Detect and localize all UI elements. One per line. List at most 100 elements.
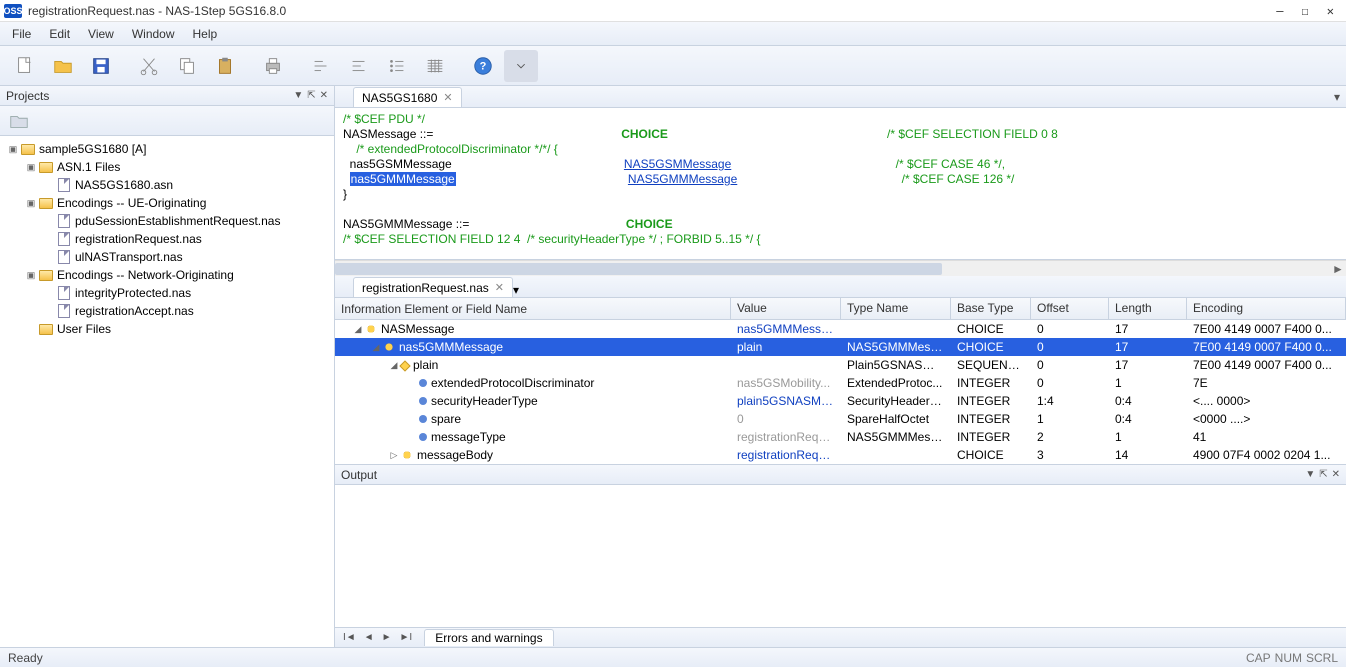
grid-row[interactable]: extendedProtocolDiscriminator nas5GSMobil…	[335, 374, 1346, 392]
tree-item[interactable]: ▣ASN.1 Files	[2, 158, 332, 176]
row-offset: 3	[1031, 448, 1109, 462]
nav-prev-icon[interactable]: ◄	[362, 632, 376, 643]
cut-button[interactable]	[132, 50, 166, 82]
tree-item[interactable]: registrationRequest.nas	[2, 230, 332, 248]
nav-next-icon[interactable]: ►	[380, 632, 394, 643]
projects-pin-icon[interactable]: ⇱	[307, 90, 315, 101]
editor-hscrollbar[interactable]: ◄ ►	[335, 260, 1346, 276]
code-editor[interactable]: /* $CEF PDU */ NASMessage ::= CHOICE /* …	[335, 108, 1346, 260]
col-encoding[interactable]: Encoding	[1187, 298, 1346, 319]
app-logo: OSS	[4, 4, 22, 18]
format-2-button[interactable]	[342, 50, 376, 82]
save-button[interactable]	[84, 50, 118, 82]
tree-item[interactable]: pduSessionEstablishmentRequest.nas	[2, 212, 332, 230]
output-close-icon[interactable]: ✕	[1332, 469, 1340, 480]
projects-dropdown-icon[interactable]: ▼	[293, 90, 303, 101]
grid-row[interactable]: ◢NASMessagenas5GMMMessa...CHOICE0177E00 …	[335, 320, 1346, 338]
close-button[interactable]: ✕	[1327, 4, 1334, 18]
row-twisty-icon[interactable]: ◢	[369, 342, 383, 353]
tree-twisty-icon[interactable]: ▣	[6, 144, 20, 155]
grid-row[interactable]: securityHeaderTypeplain5GSNASMe...Securi…	[335, 392, 1346, 410]
format-1-button[interactable]	[304, 50, 338, 82]
row-value: nas5GMMMessa...	[731, 322, 841, 336]
col-offset[interactable]: Offset	[1031, 298, 1109, 319]
menu-view[interactable]: View	[88, 27, 114, 41]
row-encoding: 7E00 4149 0007 F400 0...	[1187, 358, 1346, 372]
tree-twisty-icon[interactable]: ▣	[24, 270, 38, 281]
format-3-button[interactable]	[380, 50, 414, 82]
row-type: NAS5GMMMess...	[841, 340, 951, 354]
nav-first-icon[interactable]: I◄	[341, 632, 358, 643]
output-pin-icon[interactable]: ⇱	[1319, 469, 1327, 480]
projects-close-icon[interactable]: ✕	[320, 90, 328, 101]
row-offset: 0	[1031, 358, 1109, 372]
tree-item[interactable]: ▣sample5GS1680 [A]	[2, 140, 332, 158]
col-name[interactable]: Information Element or Field Name	[335, 298, 731, 319]
editor-tab-close-icon[interactable]: ✕	[443, 91, 452, 104]
scroll-thumb[interactable]	[335, 263, 942, 275]
grid-row[interactable]: ◢plainPlain5GSNASMe...SEQUENCE0177E00 41…	[335, 356, 1346, 374]
output-tab[interactable]: Errors and warnings	[424, 629, 553, 646]
tree-twisty-icon[interactable]: ▣	[24, 198, 38, 209]
grid-tab-close-icon[interactable]: ✕	[495, 281, 504, 294]
open-button[interactable]	[46, 50, 80, 82]
paste-button[interactable]	[208, 50, 242, 82]
grid-body[interactable]: ◢NASMessagenas5GMMMessa...CHOICE0177E00 …	[335, 320, 1346, 464]
row-name: securityHeaderType	[431, 394, 538, 408]
menu-file[interactable]: File	[12, 27, 31, 41]
tree-item[interactable]: integrityProtected.nas	[2, 284, 332, 302]
tree-item[interactable]: ▣Encodings -- UE-Originating	[2, 194, 332, 212]
tree-twisty-icon[interactable]: ▣	[24, 162, 38, 173]
nav-last-icon[interactable]: ►I	[398, 632, 415, 643]
grid-row[interactable]: ◢nas5GMMMessageplainNAS5GMMMess...CHOICE…	[335, 338, 1346, 356]
tree-item[interactable]: NAS5GS1680.asn	[2, 176, 332, 194]
grid-row[interactable]: ▷messageBodyregistrationRequ...CHOICE314…	[335, 446, 1346, 464]
row-encoding: 4900 07F4 0002 0204 1...	[1187, 448, 1346, 462]
main-toolbar: ?	[0, 46, 1346, 86]
folder-icon	[38, 322, 54, 336]
copy-button[interactable]	[170, 50, 204, 82]
output-dropdown-icon[interactable]: ▼	[1305, 469, 1315, 480]
row-value: nas5GSMobility...	[731, 376, 841, 390]
grid-tabs-dropdown-icon[interactable]: ▾	[513, 283, 519, 297]
toolbar-overflow[interactable]	[504, 50, 538, 82]
print-button[interactable]	[256, 50, 290, 82]
row-base: CHOICE	[951, 340, 1031, 354]
col-type[interactable]: Type Name	[841, 298, 951, 319]
col-length[interactable]: Length	[1109, 298, 1187, 319]
row-encoding: <0000 ....>	[1187, 412, 1346, 426]
col-value[interactable]: Value	[731, 298, 841, 319]
minimize-button[interactable]: —	[1276, 4, 1283, 18]
col-base[interactable]: Base Type	[951, 298, 1031, 319]
row-length: 1	[1109, 430, 1187, 444]
projects-open-button[interactable]	[6, 109, 32, 133]
tree-item[interactable]: User Files	[2, 320, 332, 338]
row-length: 0:4	[1109, 394, 1187, 408]
format-4-button[interactable]	[418, 50, 452, 82]
menu-window[interactable]: Window	[132, 27, 175, 41]
row-base: INTEGER	[951, 430, 1031, 444]
output-area[interactable]	[335, 485, 1346, 627]
new-file-button[interactable]	[8, 50, 42, 82]
tree-item[interactable]: ▣Encodings -- Network-Originating	[2, 266, 332, 284]
scroll-right-icon[interactable]: ►	[1330, 261, 1346, 277]
row-length: 1	[1109, 376, 1187, 390]
row-name: extendedProtocolDiscriminator	[431, 376, 594, 390]
grid-row[interactable]: spare0SpareHalfOctetINTEGER10:4<0000 ...…	[335, 410, 1346, 428]
row-twisty-icon[interactable]: ◢	[351, 324, 365, 335]
row-twisty-icon[interactable]: ▷	[387, 450, 401, 461]
row-offset: 1	[1031, 412, 1109, 426]
menu-edit[interactable]: Edit	[49, 27, 70, 41]
editor-tab[interactable]: NAS5GS1680 ✕	[353, 87, 462, 107]
projects-tree[interactable]: ▣sample5GS1680 [A]▣ASN.1 FilesNAS5GS1680…	[0, 136, 334, 647]
grid-row[interactable]: messageTyperegistrationRequ...NAS5GMMMes…	[335, 428, 1346, 446]
maximize-button[interactable]: ☐	[1302, 4, 1309, 18]
menu-help[interactable]: Help	[193, 27, 218, 41]
tree-item[interactable]: registrationAccept.nas	[2, 302, 332, 320]
grid-tab[interactable]: registrationRequest.nas ✕	[353, 277, 513, 297]
row-length: 0:4	[1109, 412, 1187, 426]
tree-item[interactable]: ulNASTransport.nas	[2, 248, 332, 266]
projects-toolbar	[0, 106, 334, 136]
editor-tabs-dropdown-icon[interactable]: ▾	[1334, 90, 1340, 104]
help-button[interactable]: ?	[466, 50, 500, 82]
